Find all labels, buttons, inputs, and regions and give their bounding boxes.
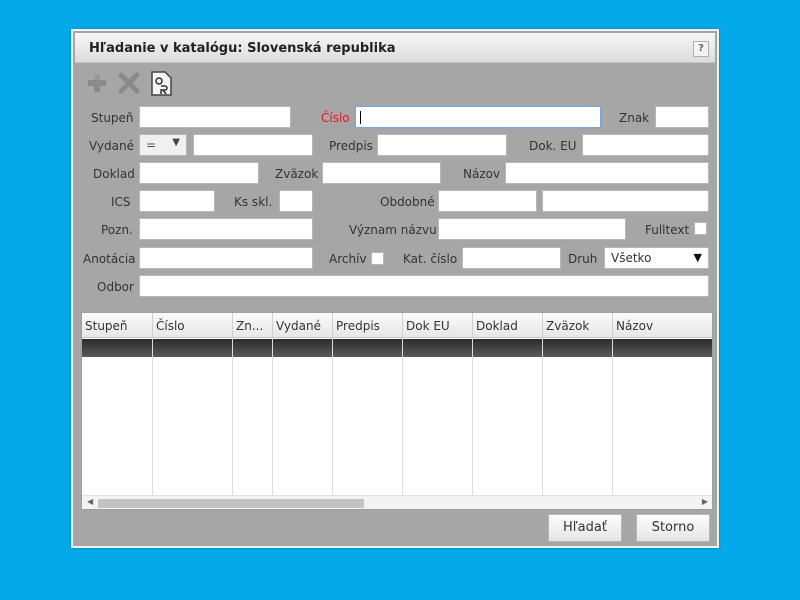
col-divider bbox=[612, 339, 613, 495]
odbor-input[interactable] bbox=[139, 275, 709, 297]
doklad-label: Doklad bbox=[93, 167, 135, 181]
dialog-titlebar[interactable]: Hľadanie v katalógu: Slovenská republika… bbox=[75, 33, 715, 63]
dok-eu-label: Dok. EU bbox=[529, 139, 577, 153]
col-header-dok-eu[interactable]: Dok EU bbox=[403, 313, 473, 338]
col-divider bbox=[232, 339, 233, 495]
col-divider bbox=[152, 339, 153, 495]
col-divider bbox=[332, 339, 333, 495]
col-divider bbox=[272, 339, 273, 495]
stupen-label: Stupeň bbox=[91, 111, 134, 125]
ks-skl-label: Ks skl. bbox=[234, 195, 273, 209]
archiv-checkbox[interactable] bbox=[371, 252, 384, 265]
obdobne-input-1[interactable] bbox=[438, 190, 537, 212]
selected-row[interactable] bbox=[82, 339, 712, 357]
vyznam-nazvu-label: Význam názvu bbox=[349, 223, 437, 237]
cislo-label: Číslo bbox=[321, 111, 350, 125]
chevron-down-icon: ▼ bbox=[693, 251, 702, 264]
odbor-label: Odbor bbox=[97, 280, 134, 294]
scroll-left-icon[interactable]: ◀ bbox=[87, 497, 93, 506]
col-header-zvazok[interactable]: Zväzok bbox=[543, 313, 613, 338]
obdobne-label: Obdobné bbox=[380, 195, 435, 209]
druh-select-value: Všetko bbox=[611, 251, 652, 265]
col-header-znak[interactable]: Zn... bbox=[233, 313, 273, 338]
scroll-right-icon[interactable]: ▶ bbox=[702, 497, 708, 506]
predpis-label: Predpis bbox=[329, 139, 373, 153]
druh-label: Druh bbox=[568, 252, 598, 266]
pozn-input[interactable] bbox=[139, 218, 313, 240]
vydane-operator-select[interactable]: = ▼ bbox=[139, 134, 187, 156]
col-header-predpis[interactable]: Predpis bbox=[333, 313, 403, 338]
znak-label: Znak bbox=[619, 111, 650, 125]
col-divider bbox=[472, 339, 473, 495]
kat-cislo-label: Kat. číslo bbox=[403, 252, 458, 266]
delete-icon[interactable] bbox=[115, 69, 143, 97]
add-icon[interactable] bbox=[83, 69, 111, 97]
anotacia-input[interactable] bbox=[139, 247, 313, 269]
horizontal-scrollbar[interactable]: ◀ ▶ bbox=[82, 495, 712, 509]
fulltext-checkbox[interactable] bbox=[694, 222, 707, 235]
col-header-stupen[interactable]: Stupeň bbox=[82, 313, 153, 338]
zvazok-input[interactable] bbox=[322, 162, 441, 184]
znak-input[interactable] bbox=[655, 106, 709, 128]
col-header-doklad[interactable]: Doklad bbox=[473, 313, 543, 338]
obdobne-input-2[interactable] bbox=[542, 190, 709, 212]
fulltext-label: Fulltext bbox=[645, 223, 690, 237]
ics-input[interactable] bbox=[139, 190, 215, 212]
vyznam-nazvu-input[interactable] bbox=[438, 218, 626, 240]
col-divider bbox=[402, 339, 403, 495]
kat-cislo-input[interactable] bbox=[462, 247, 561, 269]
zvazok-label: Zväzok bbox=[275, 167, 319, 181]
chevron-down-icon: ▼ bbox=[172, 137, 180, 148]
col-header-cislo[interactable]: Číslo bbox=[153, 313, 233, 338]
grid-header: Stupeň Číslo Zn... Vydané Predpis Dok EU… bbox=[82, 313, 712, 338]
anotacia-label: Anotácia bbox=[83, 252, 136, 266]
search-dialog: Hľadanie v katalógu: Slovenská republika… bbox=[71, 29, 719, 548]
col-header-nazov[interactable]: Názov bbox=[613, 313, 712, 338]
col-header-vydane[interactable]: Vydané bbox=[273, 313, 333, 338]
or-document-icon[interactable] bbox=[147, 69, 175, 97]
pozn-label: Pozn. bbox=[101, 223, 133, 237]
ks-skl-input[interactable] bbox=[279, 190, 313, 212]
druh-select[interactable]: Všetko ▼ bbox=[604, 247, 709, 269]
vydane-operator-value: = bbox=[146, 138, 157, 152]
nazov-label: Názov bbox=[463, 167, 501, 181]
archiv-label: Archív bbox=[329, 252, 367, 266]
search-button[interactable]: Hľadať bbox=[548, 514, 622, 542]
stupen-input[interactable] bbox=[139, 106, 291, 128]
nazov-input[interactable] bbox=[505, 162, 709, 184]
dok-eu-input[interactable] bbox=[582, 134, 709, 156]
ics-label: ICS bbox=[111, 195, 131, 209]
results-grid[interactable]: Stupeň Číslo Zn... Vydané Predpis Dok EU… bbox=[81, 312, 713, 510]
dialog-title: Hľadanie v katalógu: Slovenská republika bbox=[89, 41, 396, 56]
vydane-label: Vydané bbox=[89, 139, 134, 153]
cislo-input[interactable] bbox=[355, 106, 601, 128]
cancel-button[interactable]: Storno bbox=[636, 514, 710, 542]
scrollbar-thumb[interactable] bbox=[98, 499, 364, 508]
predpis-input[interactable] bbox=[377, 134, 507, 156]
col-divider bbox=[542, 339, 543, 495]
help-button[interactable]: ? bbox=[693, 41, 709, 57]
doklad-input[interactable] bbox=[139, 162, 259, 184]
vydane-input[interactable] bbox=[193, 134, 313, 156]
